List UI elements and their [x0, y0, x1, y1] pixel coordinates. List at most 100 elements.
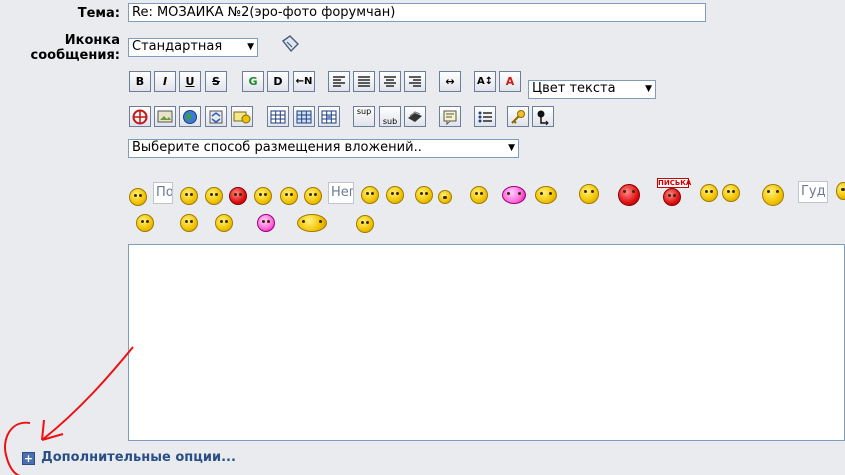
- table-row-button[interactable]: [293, 106, 315, 127]
- shy-smiley-icon[interactable]: [700, 184, 718, 202]
- quote-icon: [443, 110, 457, 126]
- nod-smiley-icon[interactable]: [180, 214, 198, 232]
- sad-smiley-icon[interactable]: [415, 186, 433, 204]
- surprised-smiley-icon[interactable]: [254, 187, 272, 205]
- list-icon: [478, 111, 492, 123]
- icon-label-line2: сообщения:: [30, 48, 120, 63]
- superscript-button[interactable]: sup: [353, 106, 375, 127]
- bold-button-label: B: [135, 75, 145, 88]
- text-color-select-value: Цвет текста: [532, 81, 616, 96]
- chevron-down-icon: ▼: [508, 143, 515, 153]
- align-justify-icon: [358, 76, 370, 87]
- key-icon: [511, 110, 525, 124]
- attachment-placement-value: Выберите способ размещения вложений..: [132, 140, 422, 155]
- dizzy-smiley-icon[interactable]: [438, 190, 452, 204]
- attachment-placement-select[interactable]: Выберите способ размещения вложений.. ▼: [128, 139, 519, 158]
- table-row-icon: [296, 110, 312, 124]
- italic-button-label: I: [162, 75, 168, 88]
- ftp-button[interactable]: [205, 106, 227, 127]
- hyperlink-button[interactable]: [179, 106, 201, 127]
- horizontal-rule-button[interactable]: ↔: [439, 71, 461, 92]
- smile-smiley-icon[interactable]: [356, 215, 374, 233]
- typewriter-icon: [408, 111, 422, 122]
- bold-button[interactable]: B: [129, 71, 151, 92]
- table-cell-button[interactable]: [318, 106, 340, 127]
- smiley-text-label[interactable]: Неп: [328, 182, 354, 204]
- expand-plus-icon: +: [22, 452, 35, 465]
- happy-smiley-icon[interactable]: [470, 186, 488, 204]
- align-right-button[interactable]: [404, 71, 426, 92]
- ftp-icon: [209, 110, 223, 124]
- align-left-icon: [333, 76, 345, 87]
- glow-button[interactable]: G: [242, 71, 264, 92]
- group-smiley-icon[interactable]: [297, 214, 327, 232]
- sign-smiley-text: ПИСЬКА: [657, 178, 692, 188]
- strike-button-label: S: [212, 75, 220, 88]
- italic-button[interactable]: I: [154, 71, 176, 92]
- pin-icon: [537, 110, 549, 126]
- devil-smiley-icon[interactable]: [618, 184, 640, 206]
- angry-smiley-icon[interactable]: [229, 187, 247, 205]
- flash-button[interactable]: [129, 106, 151, 127]
- more-options-link[interactable]: + Дополнительные опции...: [22, 450, 236, 465]
- font-color-button[interactable]: A: [499, 71, 521, 92]
- shadow-button[interactable]: D: [267, 71, 289, 92]
- image-button[interactable]: [154, 106, 176, 127]
- superscript-label: sup: [356, 107, 372, 116]
- align-left-button[interactable]: [328, 71, 350, 92]
- message-textarea[interactable]: [128, 244, 845, 441]
- teletype-button[interactable]: [404, 106, 426, 127]
- table-icon: [270, 110, 286, 124]
- more-options-label: Дополнительные опции...: [41, 450, 236, 465]
- glow-button-label: G: [248, 75, 258, 88]
- table-cell-icon: [321, 110, 337, 124]
- underline-button[interactable]: U: [179, 71, 201, 92]
- laughing-smiley-icon[interactable]: [579, 184, 599, 204]
- smiley-text-label[interactable]: По: [153, 182, 173, 204]
- font-size-button[interactable]: A↕: [474, 71, 496, 92]
- strike-button[interactable]: S: [205, 71, 227, 92]
- smiley-text-label[interactable]: Гуд: [798, 181, 828, 203]
- hat-smiley-icon[interactable]: [762, 184, 784, 206]
- love-smiley-icon[interactable]: [257, 214, 275, 232]
- wave-smiley-icon[interactable]: [836, 182, 845, 200]
- shadow-button-label: D: [273, 75, 283, 88]
- globe-link-icon: [183, 110, 197, 124]
- subject-label: Тема:: [77, 6, 120, 21]
- sign-smiley-icon[interactable]: ПИСЬКА: [657, 178, 692, 206]
- font-size-label: A↕: [476, 76, 494, 87]
- hug-smiley-icon[interactable]: [535, 186, 557, 204]
- message-icon-select[interactable]: Стандартная ▼: [128, 38, 258, 57]
- font-color-label: A: [505, 75, 515, 88]
- code-button[interactable]: [507, 106, 529, 127]
- flower-smiley-icon[interactable]: [502, 186, 526, 204]
- pre-button[interactable]: [532, 106, 554, 127]
- icon-label: Иконка сообщения:: [31, 33, 120, 63]
- subscript-button[interactable]: sub: [379, 106, 401, 127]
- thinking-smiley-icon[interactable]: [386, 186, 404, 204]
- smirk-smiley-icon[interactable]: [304, 187, 322, 205]
- message-icon-select-value: Стандартная: [132, 39, 223, 54]
- chevron-down-icon: ▼: [645, 84, 652, 94]
- quote-button[interactable]: [439, 106, 461, 127]
- align-center-button[interactable]: [379, 71, 401, 92]
- dance-smiley-icon[interactable]: [215, 214, 233, 232]
- smiley-icon[interactable]: [129, 188, 147, 206]
- image-icon: [157, 110, 173, 123]
- email-icon: [233, 111, 251, 124]
- kiss-smiley-icon[interactable]: [722, 184, 740, 202]
- marquee-button[interactable]: ←N: [293, 71, 315, 92]
- laugh-smiley-icon[interactable]: [180, 187, 198, 205]
- subject-input[interactable]: Re: МОЗАИКА №2(эро-фото форумчан): [128, 3, 706, 22]
- email-button[interactable]: [231, 106, 253, 127]
- table-button[interactable]: [267, 106, 289, 127]
- list-button[interactable]: [474, 106, 496, 127]
- chevron-down-icon: ▼: [247, 42, 254, 52]
- text-color-select[interactable]: Цвет текста ▼: [528, 80, 656, 99]
- underline-button-label: U: [185, 75, 195, 88]
- run-smiley-icon[interactable]: [136, 214, 154, 232]
- align-justify-button[interactable]: [353, 71, 375, 92]
- wink-smiley-icon[interactable]: [280, 187, 298, 205]
- cool-smiley-icon[interactable]: [361, 186, 379, 204]
- grin-smiley-icon[interactable]: [205, 187, 223, 205]
